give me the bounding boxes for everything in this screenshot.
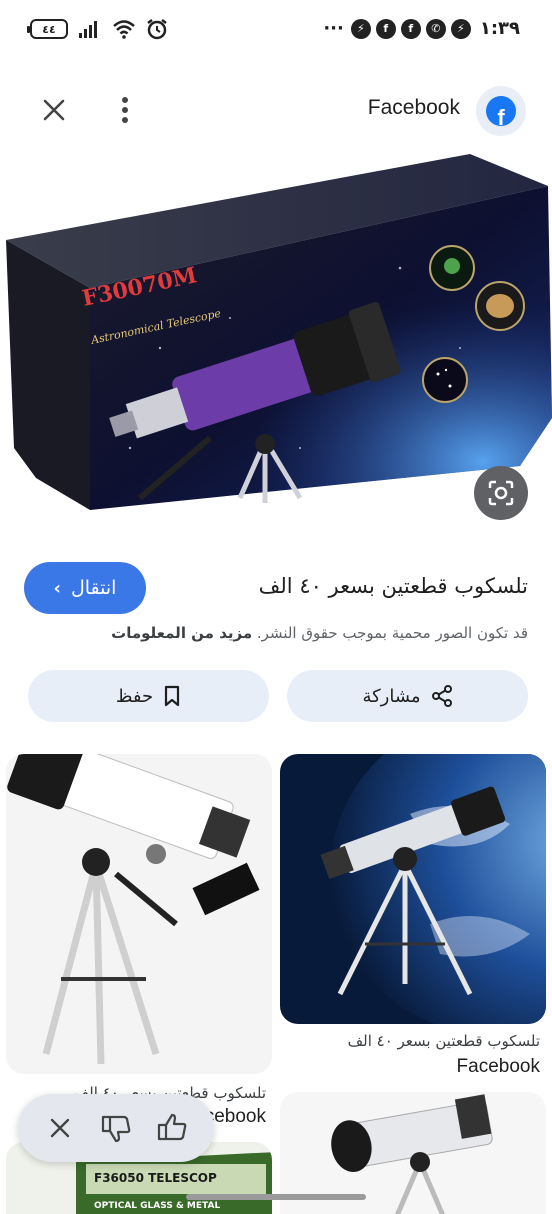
close-button[interactable] (36, 92, 72, 128)
alarm-icon (147, 19, 167, 40)
dismiss-feedback-button[interactable] (40, 1108, 80, 1148)
facebook-notif-icon: f (375, 18, 396, 39)
close-icon (43, 99, 65, 121)
save-button[interactable]: حفظ (28, 670, 269, 722)
messenger-icon: ⚡ (350, 18, 371, 39)
battery-icon: ٤٤ (27, 19, 68, 39)
lens-search-button[interactable] (474, 466, 528, 520)
more-vert-icon (122, 97, 128, 123)
close-icon (50, 1118, 70, 1138)
status-right: ··· ⚡ f f ✆ ⚡ ١:٣٩ (323, 18, 520, 39)
signal-icon (79, 21, 97, 38)
share-button[interactable]: مشاركة (287, 670, 528, 722)
logo-letter: f (497, 105, 505, 127)
viewer-top-bar: Facebook f (0, 80, 552, 140)
thumbs-up-icon (157, 1113, 187, 1141)
messenger-icon-2: ⚡ (450, 18, 471, 39)
wifi-icon (113, 20, 135, 39)
share-icon (431, 685, 452, 707)
more-notifications-icon: ··· (323, 18, 344, 39)
clock: ١:٣٩ (479, 18, 520, 39)
feedback-bar (18, 1094, 214, 1162)
chevron-left-icon: ‹ (53, 577, 61, 599)
status-bar: ٤٤ ··· ⚡ f f ✆ ⚡ ١:٣٩ (0, 0, 552, 66)
save-label: حفظ (115, 685, 154, 707)
box-2-subtitle: OPTICAL GLASS & METAL (94, 1201, 220, 1211)
home-indicator[interactable] (186, 1194, 366, 1200)
thumbs-up-button[interactable] (152, 1108, 192, 1148)
copyright-text: قد تكون الصور محمية بموجب حقوق النشر. (256, 624, 528, 642)
telescope-earth-image (280, 754, 546, 1024)
facebook-notif-icon-2: f (400, 18, 421, 39)
lens-icon (488, 480, 514, 506)
bookmark-icon (165, 685, 180, 707)
related-1-title[interactable]: تلسكوب قطعتين بسعر ٤٠ الف (348, 1032, 540, 1050)
main-image[interactable]: F30070M Astronomical Telescope (0, 148, 552, 540)
source-logo[interactable]: f (476, 86, 526, 136)
telescope-box-image: F30070M Astronomical Telescope (6, 154, 552, 510)
battery-level: ٤٤ (42, 22, 56, 36)
telescope-white-image (6, 754, 272, 1074)
thumbs-down-icon (101, 1115, 131, 1143)
source-name[interactable]: Facebook (368, 96, 460, 120)
share-label: مشاركة (362, 685, 421, 707)
box-2-title: F36050 TELESCOP (94, 1171, 217, 1185)
result-title: تلسكوب قطعتين بسعر ٤٠ الف (258, 574, 528, 598)
related-image-2[interactable] (6, 754, 272, 1074)
thumbs-down-button[interactable] (96, 1108, 136, 1148)
visit-button[interactable]: ‹ انتقال (24, 562, 146, 614)
whatsapp-icon: ✆ (425, 18, 446, 39)
related-1-source[interactable]: Facebook (457, 1056, 540, 1078)
visit-label: انتقال (70, 577, 117, 599)
facebook-logo-icon: f (486, 96, 516, 126)
learn-more-link[interactable]: مزيد من المعلومات (111, 624, 252, 642)
status-left: ٤٤ (27, 18, 168, 40)
more-options-button[interactable] (110, 92, 140, 128)
related-image-1[interactable] (280, 754, 546, 1024)
copyright-notice: قد تكون الصور محمية بموجب حقوق النشر. مز… (111, 624, 528, 642)
